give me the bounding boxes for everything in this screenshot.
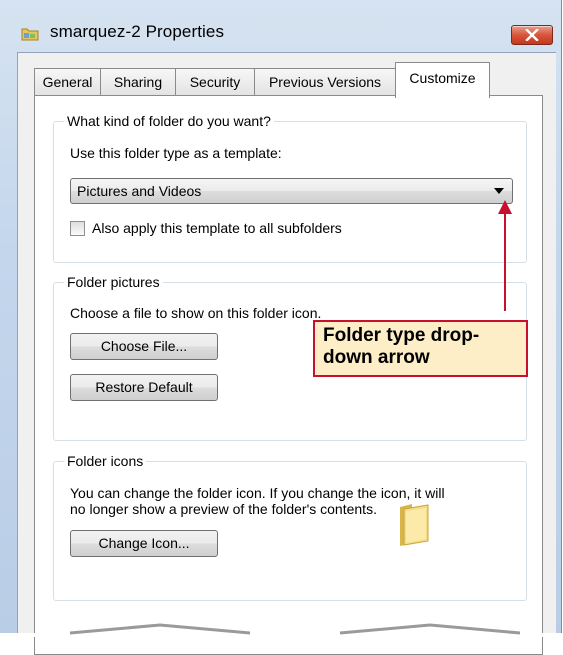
choose-file-button[interactable]: Choose File...	[70, 333, 218, 360]
callout-line1: Folder type drop-	[323, 325, 480, 346]
torn-edge	[0, 623, 563, 637]
tab-security[interactable]: Security	[175, 68, 255, 95]
dropdown-arrow-icon[interactable]	[494, 188, 504, 194]
folder-type-legend: What kind of folder do you want?	[64, 113, 274, 129]
folder-pictures-description: Choose a file to show on this folder ico…	[70, 305, 322, 321]
title-bar[interactable]: smarquez-2 Properties	[0, 0, 562, 50]
properties-window: smarquez-2 Properties General Sharing Se…	[0, 0, 562, 655]
folder-type-dropdown[interactable]: Pictures and Videos	[70, 178, 513, 204]
change-icon-button[interactable]: Change Icon...	[70, 530, 218, 557]
tab-customize[interactable]: Customize	[395, 62, 490, 98]
callout-leader-line	[504, 213, 506, 311]
callout-line2: down arrow	[323, 347, 430, 368]
folder-icons-description-line1: You can change the folder icon. If you c…	[70, 485, 445, 501]
close-icon	[525, 29, 539, 41]
apply-subfolders-checkbox[interactable]	[70, 221, 85, 236]
template-label: Use this folder type as a template:	[70, 145, 282, 161]
tab-sharing[interactable]: Sharing	[100, 68, 176, 95]
folder-pictures-legend: Folder pictures	[64, 274, 163, 290]
close-button[interactable]	[511, 25, 553, 45]
restore-default-button[interactable]: Restore Default	[70, 374, 218, 401]
folder-type-value: Pictures and Videos	[77, 183, 202, 199]
tab-previous-versions[interactable]: Previous Versions	[254, 68, 396, 95]
apply-subfolders-label[interactable]: Also apply this template to all subfolde…	[92, 220, 342, 236]
dropdown-arrow-callout: Folder type drop- down arrow	[313, 320, 528, 377]
tab-general[interactable]: General	[34, 68, 101, 95]
folder-icon	[400, 504, 429, 546]
folder-icons-description-line2: no longer show a preview of the folder's…	[70, 501, 377, 517]
window-title: smarquez-2 Properties	[50, 22, 225, 41]
folder-title-icon	[21, 28, 39, 41]
folder-icons-legend: Folder icons	[64, 453, 147, 469]
